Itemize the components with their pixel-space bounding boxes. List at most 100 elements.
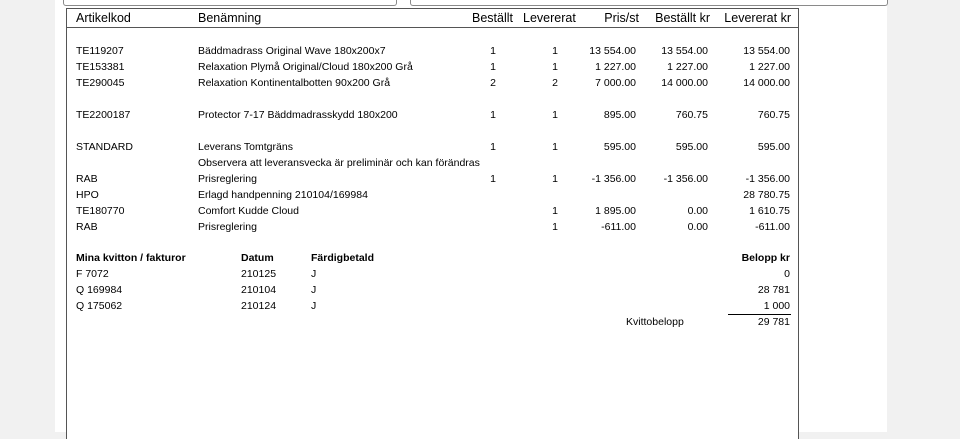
cell-delivered-kr: 1 227.00 bbox=[749, 61, 790, 73]
cell-price: -1 356.00 bbox=[591, 173, 636, 185]
cell-ordered: 1 bbox=[490, 109, 496, 121]
total-value: 29 781 bbox=[757, 316, 790, 328]
cell-ordered-kr: 1 227.00 bbox=[667, 61, 708, 73]
cell-ordered-kr: 13 554.00 bbox=[661, 45, 708, 57]
cell-price: 7 000.00 bbox=[595, 77, 636, 89]
table-row: HPO Erlagd handpenning 210104/169984 28 78… bbox=[67, 189, 798, 205]
cell-name: Prisreglering bbox=[198, 221, 257, 233]
cell-ordered: 1 bbox=[490, 141, 496, 153]
receipt-row: F 7072 210125 J 0 bbox=[67, 268, 798, 284]
cell-name: Leverans Tomtgräns bbox=[198, 141, 293, 153]
cell-delivered: 2 bbox=[552, 77, 558, 89]
receipt-row: Q 175062 210124 J 1 000 bbox=[67, 300, 798, 316]
cell-code: TE153381 bbox=[76, 61, 125, 73]
order-table: Artikelkod Benämning Beställt Levererat … bbox=[66, 8, 799, 439]
receipt-amount: 0 bbox=[784, 268, 790, 280]
cell-delivered-kr: 1 610.75 bbox=[749, 205, 790, 217]
receipt-amount: 28 781 bbox=[757, 284, 790, 296]
col-ordered-kr: Beställt kr bbox=[655, 11, 710, 25]
cell-delivered-kr: 760.75 bbox=[757, 109, 790, 121]
receipt-row: Q 169984 210104 J 28 781 bbox=[67, 284, 798, 300]
col-name: Benämning bbox=[198, 11, 262, 25]
cell-name: Erlagd handpenning 210104/169984 bbox=[198, 189, 368, 201]
receipt-date: Datum bbox=[241, 252, 274, 264]
cell-price: -611.00 bbox=[601, 221, 636, 233]
col-price: Pris/st bbox=[604, 11, 639, 25]
cell-delivered: 1 bbox=[552, 141, 558, 153]
receipt-date: 210125 bbox=[241, 268, 277, 280]
cell-ordered: 2 bbox=[490, 77, 496, 89]
cell-ordered: 1 bbox=[490, 173, 496, 185]
cell-code: TE290045 bbox=[76, 77, 125, 89]
receipt-paid: J bbox=[311, 300, 317, 312]
table-header: Artikelkod Benämning Beställt Levererat … bbox=[67, 9, 798, 28]
cell-delivered: 1 bbox=[552, 173, 558, 185]
cell-name: Bäddmadrass Original Wave 180x200x7 bbox=[198, 45, 386, 57]
total-label: Kvittobelopp bbox=[626, 316, 684, 328]
table-row: RAB Prisreglering 1 -611.00 0.00 -611.00 bbox=[67, 221, 798, 237]
cell-ordered: 1 bbox=[490, 45, 496, 57]
col-delivered: Levererat bbox=[523, 11, 576, 25]
cell-code: RAB bbox=[76, 221, 98, 233]
table-row: TE180770 Comfort Kudde Cloud 1 1 895.00 0.00… bbox=[67, 205, 798, 221]
cell-code: TE119207 bbox=[76, 45, 124, 57]
col-ordered: Beställt bbox=[472, 11, 513, 25]
receipt-date: 210124 bbox=[241, 300, 277, 312]
col-code: Artikelkod bbox=[76, 11, 131, 25]
cell-code: RAB bbox=[76, 173, 98, 185]
cell-price: 595.00 bbox=[603, 141, 636, 153]
cell-ordered-kr: 595.00 bbox=[675, 141, 708, 153]
cell-code: TE2200187 bbox=[76, 109, 131, 121]
receipt-doc: Q 169984 bbox=[76, 284, 123, 296]
cell-delivered: 1 bbox=[552, 205, 558, 217]
cell-delivered: 1 bbox=[552, 61, 558, 73]
cell-name: Observera att leveransvecka är preliminä… bbox=[198, 157, 480, 169]
receipt-date: 210104 bbox=[241, 284, 277, 296]
cell-ordered-kr: 0.00 bbox=[687, 221, 708, 233]
receipt-doc: Q 175062 bbox=[76, 300, 123, 312]
cell-delivered-kr: 13 554.00 bbox=[743, 45, 790, 57]
cell-price: 1 895.00 bbox=[595, 205, 636, 217]
total-underline bbox=[728, 314, 791, 315]
cell-code: STANDARD bbox=[76, 141, 133, 153]
cell-name: Protector 7-17 Bäddmadrasskydd 180x200 bbox=[198, 109, 398, 121]
document-page: Artikelkod Benämning Beställt Levererat … bbox=[55, 0, 888, 439]
cell-delivered-kr: -611.00 bbox=[755, 221, 790, 233]
table-row: TE290045 Relaxation Kontinentalbotten 90x… bbox=[67, 77, 798, 93]
cell-price: 1 227.00 bbox=[595, 61, 636, 73]
cell-name: Prisreglering bbox=[198, 173, 257, 185]
table-row: TE2200187 Protector 7-17 Bäddmadrasskydd … bbox=[67, 109, 798, 125]
cell-name: Relaxation Plymå Original/Cloud 180x200 … bbox=[198, 61, 413, 73]
cell-delivered: 1 bbox=[552, 109, 558, 121]
receipt-doc: F 7072 bbox=[76, 268, 109, 280]
cell-delivered-kr: -1 356.00 bbox=[745, 173, 790, 185]
table-row: STANDARD Leverans Tomtgräns 1 1 595.00 595.00… bbox=[67, 141, 798, 157]
receipts-total-row: Kvittobelopp 29 781 bbox=[67, 316, 798, 332]
receipt-amount: 1 000 bbox=[763, 300, 790, 312]
top-box-right bbox=[410, 0, 888, 6]
table-row: RAB Prisreglering 1 1 -1 356.00 -1 356.00 -1 3… bbox=[67, 173, 798, 189]
cell-price: 13 554.00 bbox=[589, 45, 636, 57]
cell-delivered-kr: 595.00 bbox=[757, 141, 790, 153]
cell-name: Comfort Kudde Cloud bbox=[198, 205, 299, 217]
receipt-doc: Mina kvitton / fakturor bbox=[76, 252, 186, 264]
cell-ordered-kr: 14 000.00 bbox=[661, 77, 708, 89]
table-row: Observera att leveransvecka är preliminä… bbox=[67, 157, 798, 173]
cell-delivered: 1 bbox=[552, 45, 558, 57]
cell-ordered-kr: 0.00 bbox=[687, 205, 708, 217]
cell-code: HPO bbox=[76, 189, 99, 201]
cell-code: TE180770 bbox=[76, 205, 125, 217]
table-row: TE153381 Relaxation Plymå Original/Cloud … bbox=[67, 61, 798, 77]
receipt-paid: Färdigbetald bbox=[311, 252, 375, 264]
cell-name: Relaxation Kontinentalbotten 90x200 Grå bbox=[198, 77, 391, 89]
cell-delivered-kr: 14 000.00 bbox=[743, 77, 790, 89]
receipt-paid: J bbox=[311, 284, 317, 296]
cell-ordered-kr: 760.75 bbox=[675, 109, 708, 121]
col-delivered-kr: Levererat kr bbox=[724, 11, 791, 25]
cell-delivered-kr: 28 780.75 bbox=[743, 189, 790, 201]
table-row: TE119207 Bäddmadrass Original Wave 180x20… bbox=[67, 45, 798, 61]
cell-ordered-kr: -1 356.00 bbox=[663, 173, 708, 185]
cell-ordered: 1 bbox=[490, 61, 496, 73]
receipts-header: Mina kvitton / fakturor Datum Färdigbetald… bbox=[67, 252, 798, 268]
receipt-paid: J bbox=[311, 268, 317, 280]
